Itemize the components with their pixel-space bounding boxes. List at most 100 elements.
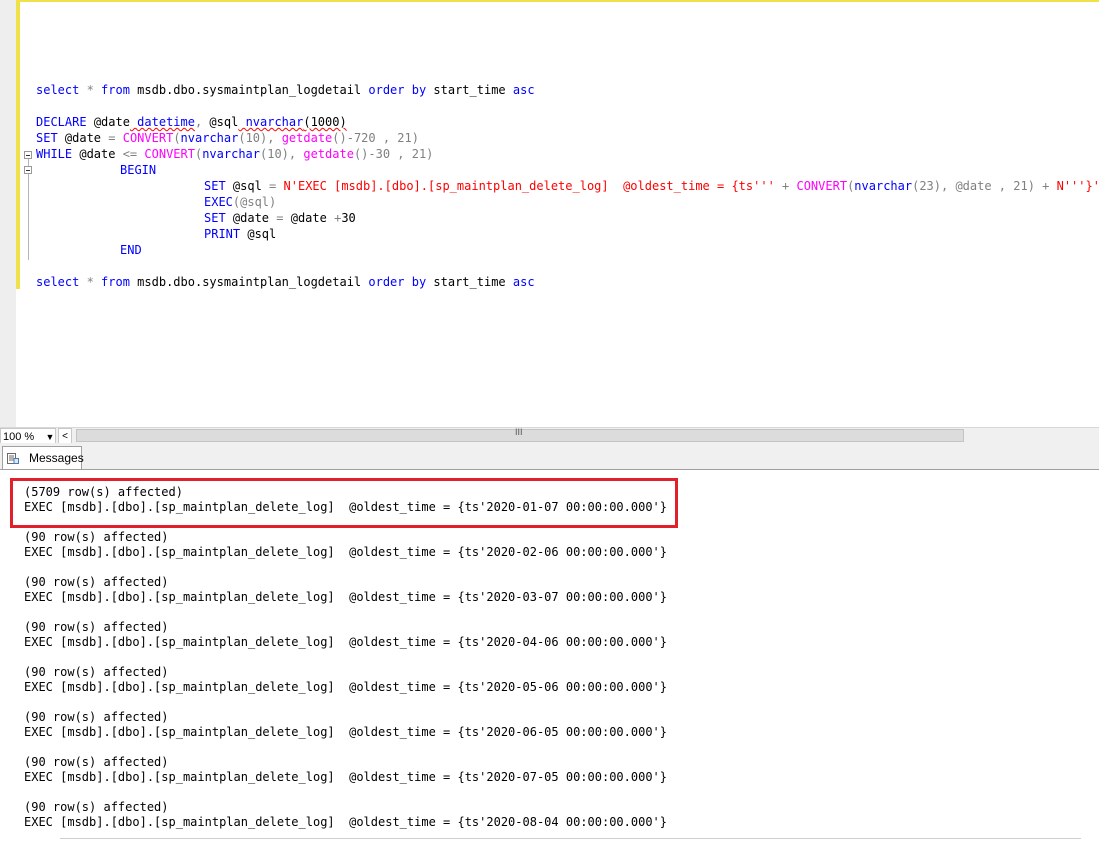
message-line: EXEC [msdb].[dbo].[sp_maintplan_delete_l… (24, 635, 667, 649)
editor-status-bar: 100 % ▼ < III (0, 427, 1099, 444)
code-token: @date (283, 211, 335, 225)
code-token: ()-720 , 21) (332, 131, 419, 145)
zoom-value: 100 % (3, 431, 35, 443)
code-token: select (36, 83, 80, 97)
code-token: @sql (240, 227, 277, 241)
code-token: END (120, 243, 142, 257)
code-token: msdb.dbo.sysmaintplan_logdetail (129, 83, 369, 97)
code-token: = (108, 131, 116, 145)
message-line: (90 row(s) affected) (24, 800, 169, 814)
code-token: nvarchar (245, 115, 304, 129)
code-token: EXEC (204, 195, 233, 209)
code-line-8[interactable]: SET @date = @date +30 (204, 210, 356, 226)
message-line: (90 row(s) affected) (24, 755, 169, 769)
outline-connector (28, 174, 29, 260)
code-token: (1000) (303, 115, 347, 129)
code-line-3[interactable]: SET @date = CONVERT(nvarchar(10), getdat… (36, 130, 419, 146)
code-line-9[interactable]: PRINT @sql (204, 226, 276, 242)
code-token: @date (72, 147, 123, 161)
code-token: <= (122, 147, 138, 161)
code-token: ( (173, 131, 181, 145)
code-line-6[interactable]: SET @sql = N'EXEC [msdb].[dbo].[sp_maint… (204, 178, 1099, 194)
message-line: (90 row(s) affected) (24, 710, 169, 724)
message-line: EXEC [msdb].[dbo].[sp_maintplan_delete_l… (24, 725, 667, 739)
message-line: EXEC [msdb].[dbo].[sp_maintplan_delete_l… (24, 815, 667, 829)
code-token: (10), (238, 131, 282, 145)
code-token: SET (204, 211, 226, 225)
code-token: order by (368, 83, 427, 97)
code-token: nvarchar (180, 131, 239, 145)
message-line: (90 row(s) affected) (24, 575, 169, 589)
code-token: @sql (225, 179, 270, 193)
code-token: PRINT (204, 227, 241, 241)
code-token: start_time (426, 83, 513, 97)
code-line-4[interactable]: WHILE @date <= CONVERT(nvarchar(10), get… (36, 146, 433, 162)
horizontal-scrollbar[interactable]: III (76, 427, 964, 442)
change-indicator-top (16, 0, 1099, 2)
code-token: N'EXEC [msdb].[dbo].[sp_maintplan_delete… (283, 179, 783, 193)
code-line-11[interactable]: select * from msdb.dbo.sysmaintplan_logd… (36, 274, 535, 290)
code-token: @date (57, 131, 109, 145)
code-token: nvarchar (854, 179, 913, 193)
collapse-while-icon[interactable] (24, 151, 32, 159)
code-token: msdb.dbo.sysmaintplan_logdetail (129, 275, 369, 289)
divider (60, 838, 1081, 839)
code-token: 30 (341, 211, 356, 225)
code-token: asc (512, 83, 535, 97)
message-line: (90 row(s) affected) (24, 665, 169, 679)
code-token: BEGIN (120, 163, 157, 177)
tab-messages-label: Messages (29, 451, 84, 465)
highlight-box (10, 478, 678, 528)
code-line-10[interactable]: END (120, 242, 142, 258)
code-token: (23), @date , 21) (912, 179, 1043, 193)
code-token: from (101, 275, 130, 289)
code-token: CONVERT (122, 131, 174, 145)
code-line-1[interactable]: select * from msdb.dbo.sysmaintplan_logd… (36, 82, 535, 98)
code-token: CONVERT (796, 179, 848, 193)
code-token: asc (512, 275, 535, 289)
code-token: N'''}' (1056, 179, 1099, 193)
message-line: EXEC [msdb].[dbo].[sp_maintplan_delete_l… (24, 545, 667, 559)
code-token: from (101, 83, 130, 97)
code-token: nvarchar (202, 147, 260, 161)
code-token: datetime (137, 115, 195, 129)
code-token: @date (93, 115, 130, 129)
change-indicator (16, 0, 20, 289)
code-token: @sql (209, 115, 239, 129)
message-line: EXEC [msdb].[dbo].[sp_maintplan_delete_l… (24, 770, 667, 784)
code-line-5[interactable]: BEGIN (120, 162, 156, 178)
query-editor[interactable]: select * from msdb.dbo.sysmaintplan_logd… (0, 0, 1099, 427)
code-token: start_time (426, 275, 513, 289)
code-token: (@sql) (232, 195, 277, 209)
code-token: SET (204, 179, 226, 193)
message-line: (90 row(s) affected) (24, 620, 169, 634)
code-line-7[interactable]: EXEC(@sql) (204, 194, 276, 210)
scroll-left-button[interactable]: < (58, 428, 72, 444)
code-token: SET (36, 131, 58, 145)
code-token: getdate (281, 131, 333, 145)
message-line: EXEC [msdb].[dbo].[sp_maintplan_delete_l… (24, 680, 667, 694)
editor-gutter (0, 0, 16, 427)
collapse-begin-icon[interactable] (24, 166, 32, 174)
code-token: ()-30 , 21) (353, 147, 434, 161)
scroll-grip-icon: III (515, 427, 523, 437)
results-tab-bar: Messages (0, 443, 1099, 470)
code-token: * (79, 275, 102, 289)
message-line: (90 row(s) affected) (24, 530, 169, 544)
code-token: DECLARE (36, 115, 87, 129)
tab-messages[interactable]: Messages (2, 446, 84, 469)
code-token: select (36, 275, 80, 289)
code-token: (10), (260, 147, 304, 161)
code-token: * (79, 83, 102, 97)
code-token: CONVERT (144, 147, 195, 161)
code-token: getdate (303, 147, 354, 161)
zoom-dropdown[interactable]: 100 % ▼ (0, 428, 56, 444)
messages-icon (7, 453, 19, 464)
code-token: order by (368, 275, 427, 289)
code-line-2[interactable]: DECLARE @date datetime, @sql nvarchar(10… (36, 114, 347, 130)
code-token: WHILE (36, 147, 73, 161)
